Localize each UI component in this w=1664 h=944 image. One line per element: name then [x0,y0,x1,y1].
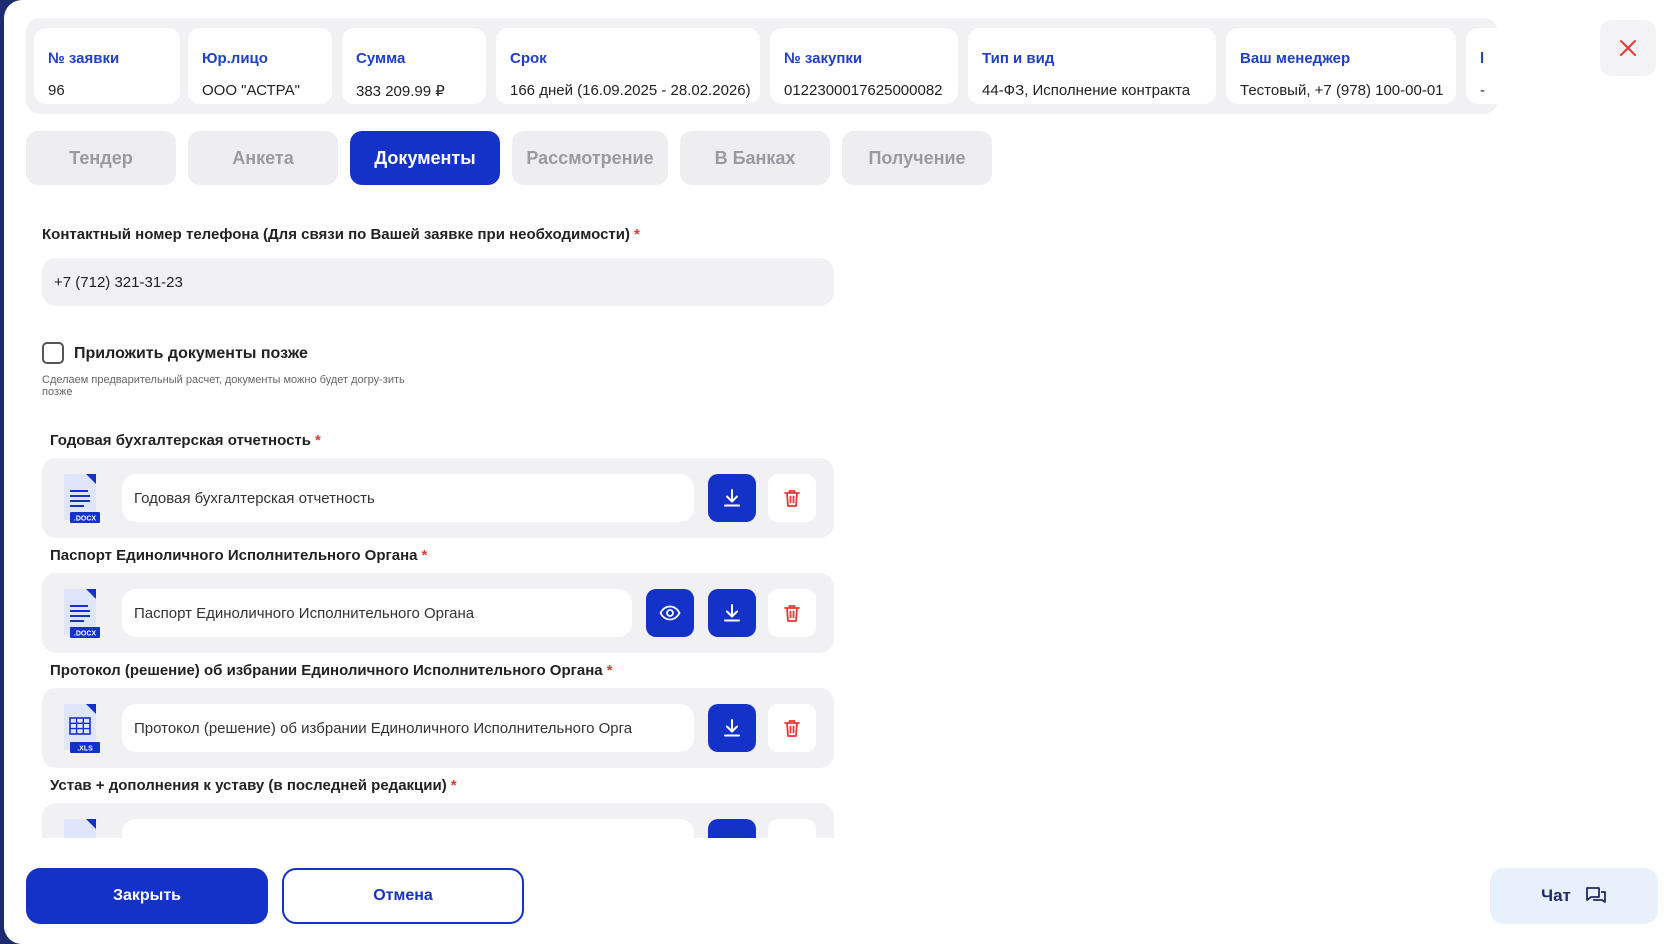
doc-label-charter: Устав + дополнения к уставу (в последней… [50,777,457,794]
chat-icon [1585,887,1606,903]
cancel-button[interactable]: Отмена [282,868,524,924]
doc-label-text: Устав + дополнения к уставу (в последней… [50,777,447,794]
doc-file-name: Протокол (решение) об избрании Единоличн… [122,704,694,752]
download-button[interactable] [708,704,756,752]
doc-label-text: Годовая бухгалтерская отчетность [50,432,311,449]
application-info-strip[interactable]: № заявки 96 Юр.лицо ООО "АСТРА" Сумма 38… [26,18,1498,114]
info-value: 0122300017625000082 [784,82,943,99]
info-label: l [1480,50,1485,67]
close-modal-button[interactable] [1600,20,1656,76]
delete-button[interactable] [768,589,816,637]
doc-row-annual-report: .DOCX Годовая бухгалтерская отчетность [42,458,834,538]
download-icon [724,489,740,507]
phone-input[interactable] [42,258,834,306]
info-card-type: Тип и вид 44-ФЗ, Исполнение контракта [968,28,1216,104]
doc-label-annual-report: Годовая бухгалтерская отчетность * [50,432,321,449]
doc-file-name: Паспорт Единоличного Исполнительного Орг… [122,589,632,637]
attach-later-checkbox[interactable] [42,342,64,364]
trash-icon [784,490,800,507]
doc-file-name: Годовая бухгалтерская отчетность [122,474,694,522]
file-type-label: .DOCX [74,631,97,638]
chat-label: Чат [1541,886,1571,905]
doc-label-text: Протокол (решение) об избрании Единоличн… [50,662,603,679]
info-label: Юр.лицо [202,50,268,67]
info-value: 96 [48,82,65,99]
download-icon [724,604,740,622]
tab-questionnaire[interactable]: Анкета [188,131,338,185]
required-mark: * [421,547,428,564]
info-label: № закупки [784,50,863,67]
attach-later-hint: Сделаем предварительный расчет, документ… [42,374,405,398]
tab-review[interactable]: Рассмотрение [512,131,668,185]
delete-button[interactable] [768,704,816,752]
docx-file-icon: .DOCX [64,474,100,523]
info-value: 166 дней (16.09.2025 - 28.02.2026) [510,82,751,99]
info-value: - [1480,82,1485,99]
info-card-legal-entity: Юр.лицо ООО "АСТРА" [188,28,332,104]
phone-field-label: Контактный номер телефона (Для связи по … [42,226,640,243]
info-card-amount: Сумма 383 209.99 ₽ [342,28,486,104]
delete-button[interactable] [768,474,816,522]
download-button[interactable] [708,589,756,637]
info-value: ООО "АСТРА" [202,82,300,99]
docx-file-icon: .DOCX [64,589,100,638]
trash-icon [784,720,800,737]
doc-row-protocol: .XLS Протокол (решение) об избрании Един… [42,688,834,768]
info-card-more: l - [1466,28,1498,104]
doc-label-text: Паспорт Единоличного Исполнительного Орг… [50,547,418,564]
info-label: Ваш менеджер [1240,50,1351,67]
info-label: № заявки [48,50,120,67]
attach-later-label: Приложить документы позже [74,345,308,362]
tab-receiving[interactable]: Получение [842,131,992,185]
info-value: 44-ФЗ, Исполнение контракта [982,82,1191,99]
close-icon [1620,40,1636,56]
doc-label-protocol: Протокол (решение) об избрании Единоличн… [50,662,612,679]
required-mark: * [314,432,321,449]
eye-icon [659,605,681,621]
info-card-manager: Ваш менеджер Тестовый, +7 (978) 100-00-0… [1226,28,1456,104]
required-mark: * [450,777,457,794]
tab-documents[interactable]: Документы [350,131,500,185]
tab-tender[interactable]: Тендер [26,131,176,185]
file-type-label: .XLS [77,746,93,753]
info-value: 383 209.99 ₽ [356,83,445,100]
info-card-purchase-number: № закупки 0122300017625000082 [770,28,958,104]
download-icon [724,719,740,737]
trash-icon [784,605,800,622]
info-card-term: Срок 166 дней (16.09.2025 - 28.02.2026) [496,28,760,104]
view-button[interactable] [646,589,694,637]
phone-label-text: Контактный номер телефона (Для связи по … [42,226,630,243]
info-label: Сумма [356,50,406,67]
info-value: Тестовый, +7 (978) 100-00-01 [1240,82,1444,99]
close-button[interactable]: Закрыть [26,868,268,924]
download-button[interactable] [708,474,756,522]
required-mark: * [606,662,613,679]
application-modal: № заявки 96 Юр.лицо ООО "АСТРА" Сумма 38… [4,0,1664,944]
doc-label-passport: Паспорт Единоличного Исполнительного Орг… [50,547,427,564]
doc-row-passport: .DOCX Паспорт Единоличного Исполнительно… [42,573,834,653]
tab-in-banks[interactable]: В Банках [680,131,830,185]
info-label: Срок [510,50,547,67]
required-mark: * [634,226,640,243]
file-type-label: .DOCX [74,516,97,523]
info-label: Тип и вид [982,50,1055,67]
info-card-application-number: № заявки 96 [34,28,180,104]
chat-button[interactable]: Чат [1490,868,1658,924]
xls-file-icon: .XLS [64,704,100,753]
